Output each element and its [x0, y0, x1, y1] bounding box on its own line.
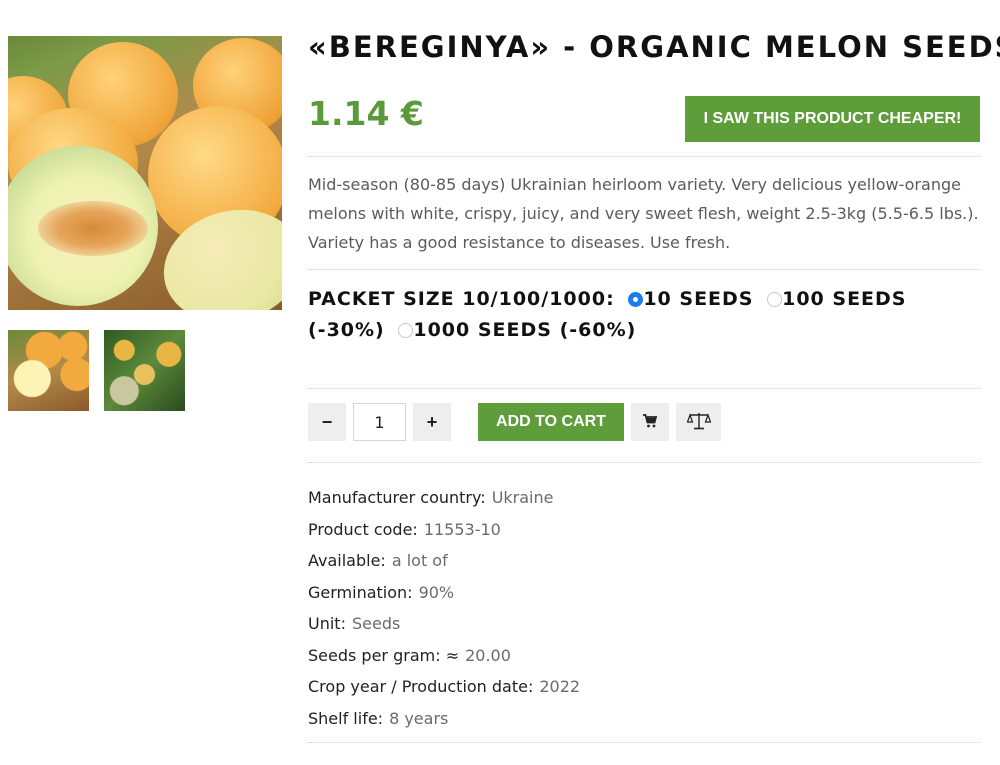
product-thumbnail-1[interactable] — [8, 330, 89, 411]
spec-row: Product code: 11553-10 — [308, 519, 501, 539]
product-specs: Manufacturer country: Ukraine Product cod… — [308, 485, 980, 737]
divider — [308, 269, 980, 270]
radio-button[interactable] — [628, 292, 644, 307]
spec-row: Germination: 90% — [308, 582, 455, 602]
divider — [308, 742, 980, 743]
cart-button[interactable] — [631, 403, 669, 441]
product-thumbnail-2[interactable] — [104, 330, 185, 411]
spec-row: Unit: Seeds — [308, 614, 401, 633]
product-price: 1.14 € — [308, 94, 424, 133]
shopping-cart-icon — [642, 413, 658, 432]
packet-size-selector: PACKET SIZE 10/100/1000: 10 SEEDS 100 SE… — [308, 284, 980, 346]
spec-row: Crop year / Production date: 2022 — [308, 677, 581, 696]
product-title: «BEREGINYA» - ORGANIC MELON SEEDS — [308, 30, 1000, 64]
compare-button[interactable] — [676, 403, 721, 441]
quantity-increase-button[interactable]: + — [413, 403, 451, 441]
divider — [308, 156, 980, 157]
spec-row: Seeds per gram: ≈20.00 — [308, 645, 511, 665]
add-to-cart-button[interactable]: ADD TO CART — [478, 403, 624, 441]
spec-row: Manufacturer country: Ukraine — [308, 488, 554, 507]
packet-option-10[interactable]: 10 SEEDS — [622, 288, 753, 310]
spec-row: Shelf life: 8 years — [308, 708, 449, 728]
spec-row: Available: a lot of — [308, 551, 448, 570]
scales-icon — [686, 411, 711, 434]
radio-button[interactable] — [398, 323, 414, 338]
saw-cheaper-button[interactable]: I SAW THIS PRODUCT CHEAPER! — [685, 96, 980, 142]
divider — [308, 462, 980, 463]
product-description: Mid-season (80-85 days) Ukrainian heirlo… — [308, 175, 979, 252]
packet-option-1000[interactable]: 1000 SEEDS (-60%) — [392, 319, 636, 341]
divider — [308, 388, 980, 389]
radio-button[interactable] — [767, 292, 783, 307]
quantity-decrease-button[interactable]: − — [308, 403, 346, 441]
packet-size-label: PACKET SIZE 10/100/1000: — [308, 288, 615, 310]
melon-seeds-shape — [38, 201, 148, 256]
quantity-input[interactable] — [353, 403, 406, 441]
product-main-image[interactable] — [8, 36, 282, 310]
